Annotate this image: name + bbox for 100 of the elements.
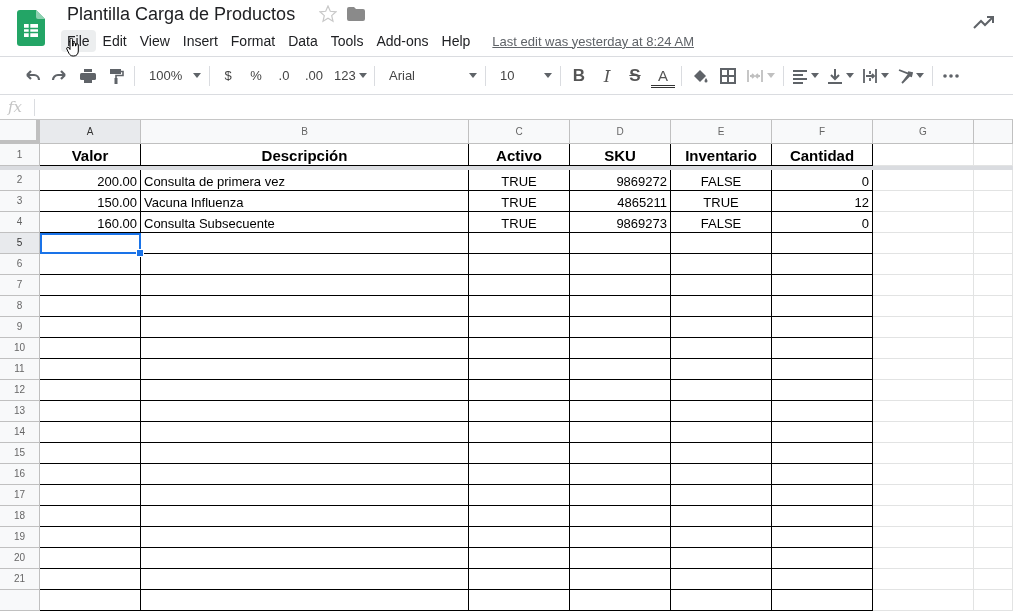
empty-cell[interactable] [671,506,772,527]
fill-handle[interactable] [136,249,144,257]
row-header[interactable]: 2 [0,170,40,191]
empty-cell[interactable] [772,380,873,401]
empty-cell[interactable] [671,275,772,296]
empty-cell[interactable] [671,569,772,590]
column-header[interactable]: G [873,120,974,144]
bold-button[interactable]: B [567,62,591,89]
row-header[interactable]: 21 [0,569,40,590]
empty-cell[interactable] [469,233,570,254]
empty-cell[interactable] [772,506,873,527]
empty-cell[interactable] [772,548,873,569]
strikethrough-button[interactable]: S [623,62,647,89]
menu-item[interactable]: Help [435,30,477,52]
empty-cell[interactable] [141,233,469,254]
empty-cell[interactable] [570,569,671,590]
row-header[interactable]: 13 [0,401,40,422]
empty-cell[interactable] [469,590,570,611]
selected-cell[interactable] [40,233,141,254]
empty-cell[interactable] [671,422,772,443]
decrease-decimals-button[interactable]: .0 [272,62,296,89]
empty-cell[interactable] [772,401,873,422]
empty-cell[interactable] [469,317,570,338]
empty-cell[interactable] [772,569,873,590]
percent-format-button[interactable]: % [244,62,268,89]
currency-format-button[interactable]: $ [216,62,240,89]
document-title[interactable]: Plantilla Carga de Productos [67,3,310,25]
empty-cell[interactable] [469,296,570,317]
empty-cell[interactable] [469,359,570,380]
row-header[interactable]: 19 [0,527,40,548]
italic-button[interactable]: I [595,62,619,89]
last-edit-link[interactable]: Last edit was yesterday at 8:24 AM [492,33,694,49]
empty-cell[interactable] [570,338,671,359]
empty-cell[interactable] [469,338,570,359]
empty-cell[interactable] [671,338,772,359]
row-header[interactable]: 7 [0,275,40,296]
font-dropdown[interactable]: Arial [381,62,479,89]
empty-cell[interactable] [570,359,671,380]
empty-cell[interactable] [141,590,469,611]
row-header[interactable]: 14 [0,422,40,443]
empty-cell[interactable] [469,506,570,527]
row-header[interactable]: 9 [0,317,40,338]
empty-cell[interactable] [141,380,469,401]
empty-cell[interactable] [141,527,469,548]
empty-cell[interactable] [772,527,873,548]
zoom-dropdown[interactable]: 100% [141,62,203,89]
row-header[interactable]: 6 [0,254,40,275]
empty-cell[interactable] [141,254,469,275]
row-header[interactable]: 15 [0,443,40,464]
empty-cell[interactable] [772,485,873,506]
empty-cell[interactable] [469,422,570,443]
empty-cell[interactable] [469,464,570,485]
empty-cell[interactable] [469,443,570,464]
star-icon[interactable] [319,5,338,23]
empty-cell[interactable] [570,296,671,317]
empty-cell[interactable] [671,590,772,611]
empty-cell[interactable] [141,569,469,590]
empty-cell[interactable] [671,527,772,548]
row-header[interactable]: 10 [0,338,40,359]
menu-item[interactable]: Tools [324,30,370,52]
empty-cell[interactable] [772,590,873,611]
folder-icon[interactable] [347,7,366,21]
column-header[interactable]: C [469,120,570,144]
menu-item[interactable]: Format [224,30,282,52]
empty-cell[interactable] [570,317,671,338]
row-header[interactable]: 8 [0,296,40,317]
row-header[interactable]: 20 [0,548,40,569]
empty-cell[interactable] [671,233,772,254]
empty-cell[interactable] [141,296,469,317]
empty-cell[interactable] [772,464,873,485]
row-header[interactable]: 17 [0,485,40,506]
empty-cell[interactable] [772,359,873,380]
empty-cell[interactable] [671,401,772,422]
menu-item[interactable]: Insert [176,30,224,52]
empty-cell[interactable] [671,380,772,401]
empty-cell[interactable] [570,254,671,275]
text-color-button[interactable]: A [651,65,675,88]
trend-icon[interactable] [973,16,995,30]
empty-cell[interactable] [570,464,671,485]
empty-cell[interactable] [772,275,873,296]
more-formats-dropdown[interactable]: 123 [332,62,368,89]
row-header[interactable]: 5 [0,233,40,254]
column-header[interactable]: E [671,120,772,144]
column-header[interactable]: B [141,120,469,144]
empty-cell[interactable] [772,233,873,254]
empty-cell[interactable] [570,485,671,506]
empty-cell[interactable] [671,254,772,275]
empty-cell[interactable] [469,401,570,422]
empty-cell[interactable] [469,275,570,296]
empty-cell[interactable] [469,254,570,275]
empty-cell[interactable] [772,338,873,359]
empty-cell[interactable] [570,233,671,254]
empty-cell[interactable] [141,506,469,527]
row-header[interactable]: 16 [0,464,40,485]
row-header[interactable]: 12 [0,380,40,401]
empty-cell[interactable] [141,275,469,296]
empty-cell[interactable] [141,317,469,338]
empty-cell[interactable] [469,548,570,569]
empty-cell[interactable] [772,254,873,275]
row-header[interactable]: 3 [0,191,40,212]
